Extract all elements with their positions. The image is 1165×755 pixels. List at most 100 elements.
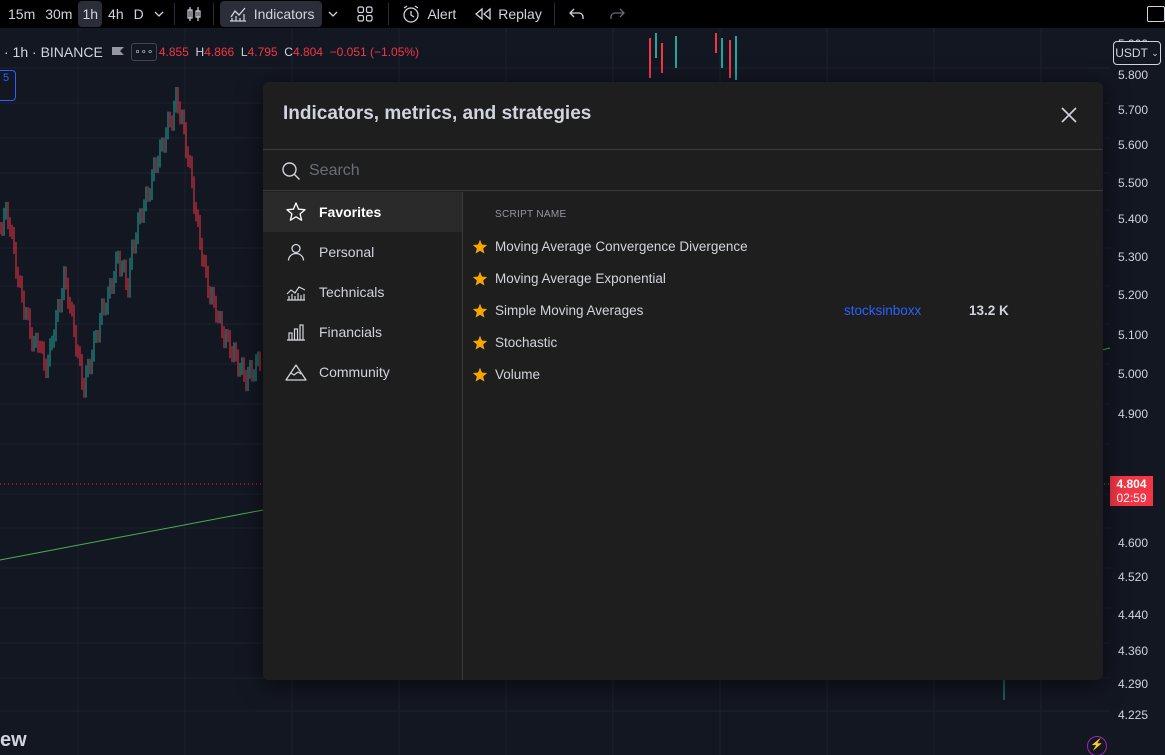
timeframe-4h[interactable]: 4h — [104, 1, 128, 27]
sidebar-item-label: Financials — [319, 324, 383, 340]
indicator-badge[interactable]: 5 — [0, 70, 16, 101]
replay-label: Replay — [498, 6, 542, 22]
price-axis-label: 5.500 — [1118, 176, 1149, 190]
chart-type-button[interactable] — [181, 1, 207, 27]
script-author-link[interactable]: stocksinboxx — [844, 303, 921, 318]
bar-countdown: 02:59 — [1116, 491, 1147, 505]
last-price-badge: 4.804 02:59 — [1110, 476, 1153, 506]
top-toolbar: 15m 30m 1h 4h D Indicators Alert Replay — [0, 0, 1165, 28]
mountain-icon — [285, 361, 307, 383]
sidebar-item-label: Favorites — [319, 204, 382, 220]
price-axis-label: 5.200 — [1118, 288, 1149, 302]
ohlc-values: 4.855 H4.866 L4.795 C4.804 −0.051 (−1.05… — [159, 45, 419, 59]
more-options-button[interactable]: ∘∘∘ — [130, 43, 157, 61]
close-value: 4.804 — [292, 45, 323, 59]
redo-button[interactable] — [601, 1, 633, 27]
indicators-button[interactable]: Indicators — [219, 1, 323, 27]
sidebar-item-technicals[interactable]: Technicals — [263, 272, 462, 312]
sidebar-item-label: Community — [319, 364, 390, 380]
price-axis-label: 5.800 — [1118, 68, 1149, 82]
timeframe-1h[interactable]: 1h — [78, 1, 103, 27]
favorite-star-icon[interactable] — [472, 367, 488, 383]
indicators-label: Indicators — [253, 6, 315, 22]
grid-icon — [357, 6, 374, 22]
chevron-down-icon — [154, 11, 164, 17]
script-list: SCRIPT NAME Moving Average Convergence D… — [464, 192, 1103, 680]
close-button[interactable] — [1059, 105, 1079, 125]
low-label: L — [240, 45, 248, 59]
price-axis-label: 4.360 — [1118, 644, 1149, 658]
price-axis-label: 5.700 — [1118, 103, 1149, 117]
symbol-label[interactable]: · 1h · BINANCE — [0, 42, 109, 62]
open-value: 4.855 — [158, 45, 189, 59]
undo-button[interactable] — [561, 1, 593, 27]
chevron-down-icon: ⌄ — [1151, 47, 1159, 58]
price-axis[interactable]: 5.9005.8005.7005.6005.5005.4005.3005.200… — [1110, 28, 1165, 755]
change-value: −0.051 (−1.05%) — [329, 45, 420, 59]
toolbar-divider — [388, 3, 390, 25]
price-axis-label: 4.520 — [1118, 570, 1149, 584]
timeframe-30m[interactable]: 30m — [41, 1, 76, 27]
price-axis-label: 5.300 — [1118, 250, 1149, 264]
trend-line — [0, 509, 264, 561]
low-value: 4.795 — [247, 45, 278, 59]
script-name: Stochastic — [495, 335, 558, 350]
favorite-star-icon[interactable] — [472, 335, 488, 351]
currency-button[interactable]: USDT ⌄ — [1113, 41, 1161, 65]
toolbar-divider — [553, 3, 555, 25]
alert-label: Alert — [427, 6, 457, 22]
indicators-icon — [229, 7, 246, 22]
price-axis-label: 4.225 — [1118, 708, 1149, 722]
favorite-star-icon[interactable] — [472, 271, 488, 287]
brand-logo: ew — [0, 729, 27, 751]
chevron-down-icon — [328, 11, 338, 17]
sidebar-item-financials[interactable]: Financials — [263, 312, 462, 352]
sidebar-item-label: Personal — [319, 244, 375, 260]
indicators-dropdown[interactable] — [324, 1, 342, 27]
alert-button[interactable]: Alert — [395, 1, 462, 27]
toolbar-divider — [212, 3, 214, 25]
flag-icon[interactable] — [111, 46, 125, 58]
high-value: 4.866 — [204, 45, 235, 59]
star-icon — [285, 201, 307, 223]
close-label: C — [284, 45, 293, 59]
script-row[interactable]: Stochastic — [464, 327, 1103, 359]
script-row[interactable]: Moving Average Exponential — [464, 263, 1103, 295]
bar-chart-icon — [285, 321, 307, 343]
search-input[interactable] — [309, 158, 1069, 184]
price-axis-label: 4.900 — [1118, 407, 1149, 421]
alarm-clock-icon — [403, 5, 420, 23]
favorite-star-icon[interactable] — [472, 303, 488, 319]
currency-label: USDT — [1115, 46, 1148, 60]
timeframe-15m[interactable]: 15m — [4, 1, 39, 27]
sidebar-item-favorites[interactable]: Favorites — [263, 192, 462, 232]
chart-legend: · 1h · BINANCE ∘∘∘ 4.855 H4.866 L4.795 C… — [0, 42, 419, 62]
sidebar-item-label: Technicals — [319, 284, 385, 300]
favorite-star-icon[interactable] — [472, 239, 488, 255]
replay-button[interactable]: Replay — [468, 1, 548, 27]
price-axis-label: 4.440 — [1118, 608, 1149, 622]
script-name: Moving Average Exponential — [495, 271, 666, 286]
timeframe-d[interactable]: D — [130, 1, 148, 27]
script-row[interactable]: Volume — [464, 359, 1103, 391]
price-axis-label: 4.600 — [1118, 536, 1149, 550]
price-axis-label: 5.100 — [1118, 328, 1149, 342]
toolbar-divider — [173, 3, 175, 25]
script-row[interactable]: Simple Moving Averages stocksinboxx 13.2 K — [464, 295, 1103, 327]
technicals-icon — [285, 281, 307, 303]
lightning-icon[interactable]: ⚡ — [1087, 736, 1107, 755]
timeframe-dropdown[interactable] — [150, 1, 168, 27]
script-name: Simple Moving Averages — [495, 303, 644, 318]
rewind-icon — [475, 7, 491, 21]
script-row[interactable]: Moving Average Convergence Divergence — [464, 231, 1103, 263]
sidebar-item-personal[interactable]: Personal — [263, 232, 462, 272]
redo-icon — [610, 8, 625, 19]
script-name: Volume — [495, 367, 541, 382]
layouts-button[interactable] — [352, 1, 378, 27]
dialog-title: Indicators, metrics, and strategies — [283, 103, 592, 124]
sidebar-item-community[interactable]: Community — [263, 352, 462, 392]
price-axis-label: 4.290 — [1118, 677, 1149, 691]
fullscreen-icon[interactable] — [1147, 6, 1165, 22]
high-label: H — [195, 45, 205, 59]
script-name: Moving Average Convergence Divergence — [495, 239, 748, 254]
